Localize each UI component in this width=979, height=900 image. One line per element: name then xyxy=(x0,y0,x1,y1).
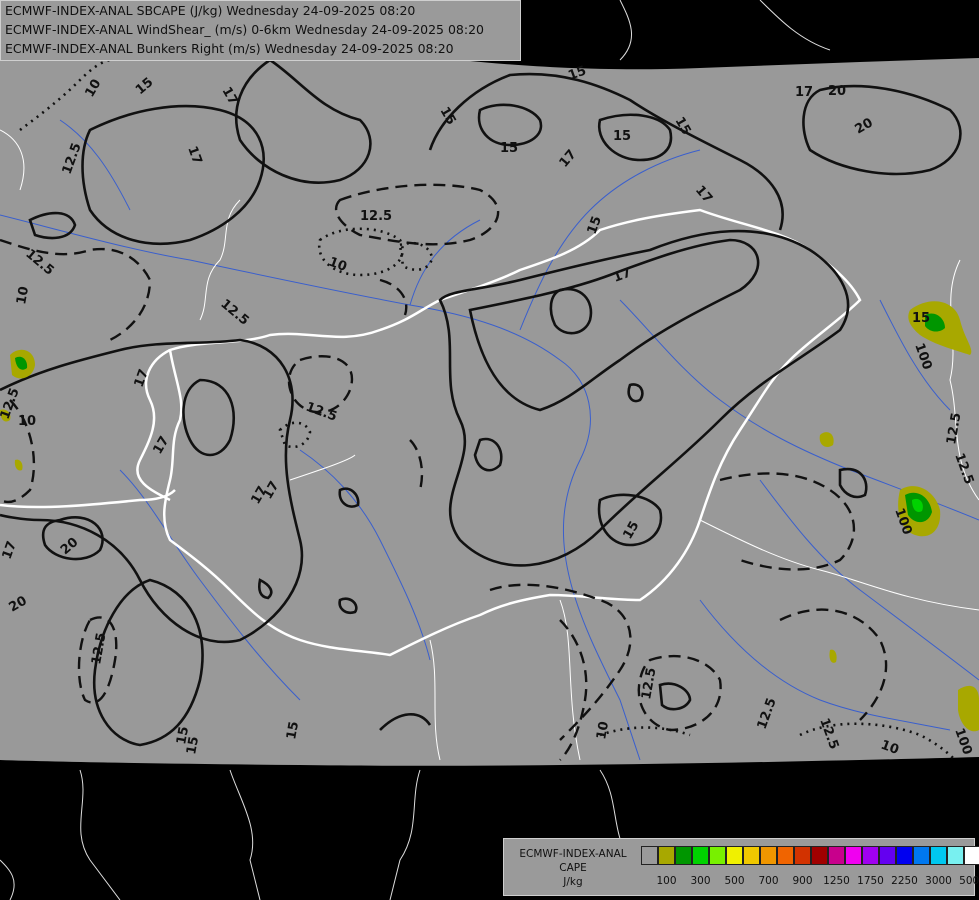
contour-label: 15 xyxy=(500,141,518,156)
legend-swatch xyxy=(641,846,658,865)
legend-tick-label: 100 xyxy=(656,875,677,887)
legend-tick-label: 700 xyxy=(758,875,779,887)
legend-tick-label: 5000 xyxy=(959,875,979,887)
legend-swatch xyxy=(692,846,709,865)
legend-title-model: ECMWF-INDEX-ANAL xyxy=(519,848,627,860)
legend-tick-label: 900 xyxy=(792,875,813,887)
legend-swatch xyxy=(794,846,811,865)
contour-label: 10 xyxy=(594,720,612,740)
legend-swatch xyxy=(862,846,879,865)
legend-swatch xyxy=(709,846,726,865)
weather-map: 10 15 17 12.5 15 17 15 15 15 17 20 17 12… xyxy=(0,0,979,900)
legend-tick-label: 3000 xyxy=(925,875,952,887)
legend-tick-label: 1750 xyxy=(857,875,884,887)
legend-swatch xyxy=(658,846,675,865)
contour-label: 15 xyxy=(174,725,192,745)
legend-swatch xyxy=(777,846,794,865)
legend-swatch xyxy=(947,846,964,865)
legend-tick-label: 300 xyxy=(690,875,711,887)
legend-title-variable: CAPE xyxy=(559,862,587,874)
legend-swatch xyxy=(913,846,930,865)
cape-legend: ECMWF-INDEX-ANAL CAPE J/kg 100 300 500 700 9… xyxy=(503,838,979,896)
legend-swatch xyxy=(879,846,896,865)
legend-swatch xyxy=(896,846,913,865)
legend-title-unit: J/kg xyxy=(563,876,583,888)
contour-label: 15 xyxy=(284,720,302,740)
map-header: ECMWF-INDEX-ANAL SBCAPE (J/kg) Wednesday… xyxy=(0,0,521,61)
legend-tick-label: 2250 xyxy=(891,875,918,887)
legend-swatch xyxy=(845,846,862,865)
contour-label: 10 xyxy=(18,414,36,429)
contour-label: 15 xyxy=(613,129,631,144)
legend-tick-label: 1250 xyxy=(823,875,850,887)
legend-swatch xyxy=(964,846,979,865)
legend-ticks: 100 300 500 700 900 1250 1750 2250 3000 5000 xyxy=(641,875,979,889)
contour-label: 10 xyxy=(14,285,32,305)
legend-title: ECMWF-INDEX-ANAL CAPE J/kg xyxy=(508,847,638,889)
legend-tick-label: 500 xyxy=(724,875,745,887)
contour-label: 15 xyxy=(912,311,930,326)
contour-label: 12.5 xyxy=(360,209,392,224)
contour-label: 20 xyxy=(828,84,846,99)
legend-swatch xyxy=(743,846,760,865)
legend-swatch xyxy=(930,846,947,865)
legend-swatch xyxy=(726,846,743,865)
header-bunkers-line: ECMWF-INDEX-ANAL Bunkers Right (m/s) Wed… xyxy=(5,41,454,56)
legend-swatch xyxy=(828,846,845,865)
legend-swatches xyxy=(641,846,979,865)
header-sbcape-line: ECMWF-INDEX-ANAL SBCAPE (J/kg) Wednesday… xyxy=(5,3,416,18)
contour-label: 17 xyxy=(795,85,813,100)
legend-swatch xyxy=(760,846,777,865)
header-windshear-line: ECMWF-INDEX-ANAL WindShear_ (m/s) 0-6km … xyxy=(5,22,484,37)
legend-swatch xyxy=(811,846,828,865)
legend-swatch xyxy=(675,846,692,865)
